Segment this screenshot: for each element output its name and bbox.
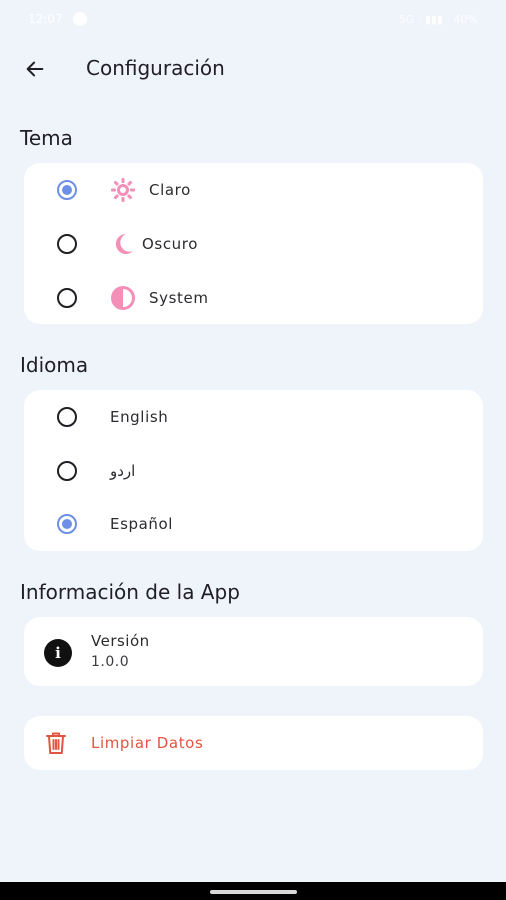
language-card: English اردو Español <box>24 390 483 551</box>
version-label: Versión <box>91 632 150 650</box>
arrow-left-icon <box>26 61 44 77</box>
app-info-card: i Versión 1.0.0 <box>24 617 483 686</box>
moon-icon <box>109 230 137 258</box>
half-circle-icon <box>109 284 137 312</box>
language-option-urdu[interactable]: اردو <box>24 444 483 498</box>
section-title-app-info: Información de la App <box>20 580 240 604</box>
version-value: 1.0.0 <box>91 654 130 670</box>
theme-option-label: Oscuro <box>142 235 198 253</box>
language-option-label: English <box>110 408 169 426</box>
radio-unselected[interactable] <box>57 461 77 481</box>
clear-data-label: Limpiar Datos <box>91 734 204 752</box>
status-bar: 12:07 5G · ▮▮▮ · 40% <box>0 0 506 38</box>
language-option-label: Español <box>110 515 174 533</box>
radio-unselected[interactable] <box>57 288 77 308</box>
system-nav-bar <box>0 882 506 900</box>
status-notification-icon <box>72 12 87 26</box>
theme-option-light[interactable]: Claro <box>24 163 483 217</box>
language-option-english[interactable]: English <box>24 390 483 444</box>
back-button[interactable] <box>20 54 50 84</box>
clear-data-button[interactable]: Limpiar Datos <box>24 716 483 770</box>
theme-option-label: Claro <box>149 181 191 199</box>
app-bar: Configuración <box>0 44 506 92</box>
info-icon: i <box>44 639 72 667</box>
theme-option-system[interactable]: System <box>24 271 483 325</box>
language-option-spanish[interactable]: Español <box>24 497 483 551</box>
section-title-language: Idioma <box>20 353 89 377</box>
home-gesture-handle[interactable] <box>210 890 297 894</box>
trash-icon <box>46 732 66 754</box>
language-option-label: اردو <box>110 462 136 480</box>
radio-unselected[interactable] <box>57 234 77 254</box>
theme-card: Claro Oscuro System <box>24 163 483 324</box>
radio-selected[interactable] <box>57 180 77 200</box>
section-title-theme: Tema <box>20 126 73 150</box>
radio-selected[interactable] <box>57 514 77 534</box>
radio-unselected[interactable] <box>57 407 77 427</box>
status-indicators: 5G · ▮▮▮ · 40% <box>398 12 478 26</box>
status-left: 12:07 <box>28 12 87 26</box>
status-time: 12:07 <box>28 12 63 26</box>
sun-icon <box>109 176 137 204</box>
page-title: Configuración <box>86 56 225 80</box>
theme-option-dark[interactable]: Oscuro <box>24 217 483 271</box>
theme-option-label: System <box>149 289 209 307</box>
